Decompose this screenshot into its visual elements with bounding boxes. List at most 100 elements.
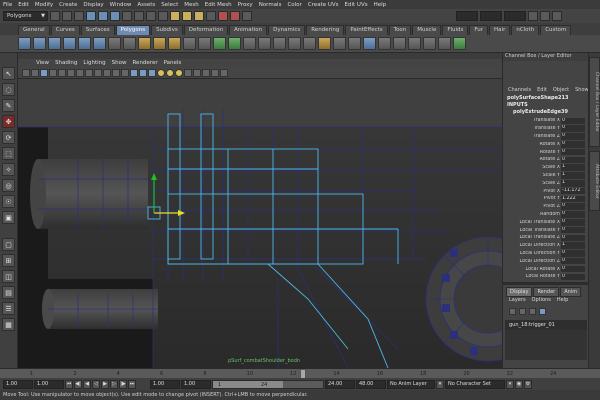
viewport-menu-shading[interactable]: Shading [55, 60, 77, 66]
attribute-name[interactable]: Local Translate Y [503, 228, 561, 233]
camera-attributes-icon[interactable] [22, 68, 30, 77]
character-set-chevron-icon[interactable]: ▾ [506, 379, 514, 389]
select-component-icon[interactable] [110, 11, 120, 21]
xray-joints-icon[interactable] [202, 68, 210, 77]
attribute-value-field[interactable]: 0 [561, 219, 585, 226]
attribute-row[interactable]: Rotate Y0 [503, 148, 588, 156]
poly-plane-icon[interactable] [78, 37, 91, 50]
attribute-row[interactable]: Translate X0 [503, 117, 588, 125]
render-frame-icon[interactable] [218, 11, 228, 21]
range-start-field[interactable]: 1.00 [150, 379, 180, 389]
move-layer-up-icon[interactable] [509, 308, 516, 315]
last-tool-icon[interactable]: ▣ [2, 211, 15, 224]
bookmark-icon[interactable] [31, 68, 39, 77]
film-gate-icon[interactable] [76, 68, 84, 77]
attribute-name[interactable]: Pivot Y [503, 196, 561, 201]
shelf-tab-fluids[interactable]: Fluids [442, 25, 469, 35]
attribute-row[interactable]: Local Rotate X0 [503, 265, 588, 273]
attribute-value-field[interactable]: 0 [561, 141, 585, 148]
combine-icon[interactable] [138, 37, 151, 50]
attribute-name[interactable]: Rotate Y [503, 150, 561, 155]
construction-history-icon[interactable] [206, 11, 216, 21]
layout-side-icon[interactable]: ◫ [2, 270, 15, 283]
mask-face-icon[interactable] [146, 11, 156, 21]
insert-edge-loop-icon[interactable] [258, 37, 271, 50]
input-field-y[interactable] [480, 11, 502, 21]
paint-select-icon[interactable]: ✎ [2, 99, 15, 112]
default-light-icon[interactable] [157, 68, 165, 77]
attribute-value-field[interactable]: 0 [561, 156, 585, 164]
uv-editor-icon[interactable] [363, 37, 376, 50]
snap-point-icon[interactable] [194, 11, 204, 21]
shelf-tab-polygons[interactable]: Polygons [115, 25, 151, 35]
soft-mod-icon[interactable]: ◎ [2, 179, 15, 192]
menu-file[interactable]: File [3, 2, 12, 8]
menu-edit[interactable]: Edit [18, 2, 29, 8]
toggle-sidebar-icon[interactable] [528, 11, 538, 21]
split-polygon-icon[interactable] [243, 37, 256, 50]
attribute-name[interactable]: Local Rotate Y [503, 274, 561, 279]
attribute-row[interactable]: Local Direction X1 [503, 242, 588, 250]
layout-hypershade-icon[interactable]: ▦ [2, 318, 15, 331]
tab-channel-box[interactable]: Channel Box / Layer Editor [589, 57, 600, 147]
attribute-name[interactable]: Local Direction Y [503, 251, 561, 256]
render-settings-icon[interactable] [242, 11, 252, 21]
attribute-name[interactable]: Local Rotate X [503, 267, 561, 272]
hq-rendering-icon[interactable] [220, 68, 228, 77]
menu-assets[interactable]: Assets [137, 2, 155, 8]
attribute-value-field[interactable]: -11.172 [561, 187, 585, 195]
lasso-tool-icon[interactable]: ◌ [2, 83, 15, 96]
go-to-end-icon[interactable]: ⏭ [128, 379, 136, 389]
paint-icon[interactable] [453, 37, 466, 50]
start-time-field[interactable]: 1.00 [3, 379, 33, 389]
attribute-value-field[interactable]: 0 [561, 226, 585, 234]
bridge-icon[interactable] [288, 37, 301, 50]
extrude-icon[interactable] [273, 37, 286, 50]
grease-pencil-icon[interactable] [58, 68, 66, 77]
menu-modify[interactable]: Modify [35, 2, 53, 8]
menu-help[interactable]: Help [374, 2, 387, 8]
attribute-name[interactable]: Scale Y [503, 173, 561, 178]
layout-four-icon[interactable]: ⊞ [2, 254, 15, 267]
wireframe-icon[interactable] [130, 68, 138, 77]
mask-vertex-icon[interactable] [122, 11, 132, 21]
range-end-field[interactable]: 24.00 [325, 379, 355, 389]
attribute-row[interactable]: Scale Z1 [503, 179, 588, 187]
shelf-tab-custom[interactable]: Custom [540, 25, 572, 35]
end-time-field[interactable]: 48.00 [356, 379, 386, 389]
layout-outliner-icon[interactable]: ☰ [2, 302, 15, 315]
universal-manip-icon[interactable]: ✧ [2, 163, 15, 176]
viewport-menu-view[interactable]: View [36, 60, 49, 66]
mask-uv-icon[interactable] [158, 11, 168, 21]
attribute-row[interactable]: Local Translate X0 [503, 218, 588, 226]
boolean-icon[interactable] [198, 37, 211, 50]
attribute-row[interactable]: Pivot X -11.172 [503, 187, 588, 195]
new-scene-icon[interactable] [50, 11, 60, 21]
input-node-name[interactable]: polyExtrudeEdge39 [503, 109, 588, 117]
new-layer-icon[interactable] [529, 308, 536, 315]
attribute-value-field[interactable]: 0 [561, 117, 585, 125]
save-scene-icon[interactable] [74, 11, 84, 21]
layer-menu-help[interactable]: Help [557, 297, 568, 303]
scale-tool-icon[interactable]: ⬚ [2, 147, 15, 160]
open-scene-icon[interactable] [62, 11, 72, 21]
viewport-menu-renderer[interactable]: Renderer [132, 60, 157, 66]
character-set-dropdown[interactable]: No Character Set [445, 379, 505, 389]
shelf-tab-hair[interactable]: Hair [489, 25, 511, 35]
shelf-tab-ncloth[interactable]: nCloth [511, 25, 540, 35]
anim-layer-chevron-icon[interactable]: ▾ [436, 379, 444, 389]
ipr-render-icon[interactable] [230, 11, 240, 21]
layer-tab-display[interactable]: Display [506, 287, 533, 297]
attribute-value-field[interactable]: 0 [561, 273, 585, 281]
shelf-tab-surfaces[interactable]: Surfaces [80, 25, 115, 35]
gate-mask-icon[interactable] [94, 68, 102, 77]
layer-item[interactable]: gun_18:trigger_01 [505, 320, 587, 330]
shelf-tab-general[interactable]: General [18, 25, 50, 35]
planar-map-icon[interactable] [378, 37, 391, 50]
channel-menu-channels[interactable]: Channels [508, 87, 531, 95]
channel-layer-separator[interactable] [503, 282, 589, 285]
attribute-row[interactable]: Translate Z0 [503, 133, 588, 141]
layout-single-icon[interactable]: ▢ [2, 238, 15, 251]
attribute-value-field[interactable]: 0 [561, 211, 585, 218]
attribute-value-field[interactable]: 1 [561, 180, 585, 187]
